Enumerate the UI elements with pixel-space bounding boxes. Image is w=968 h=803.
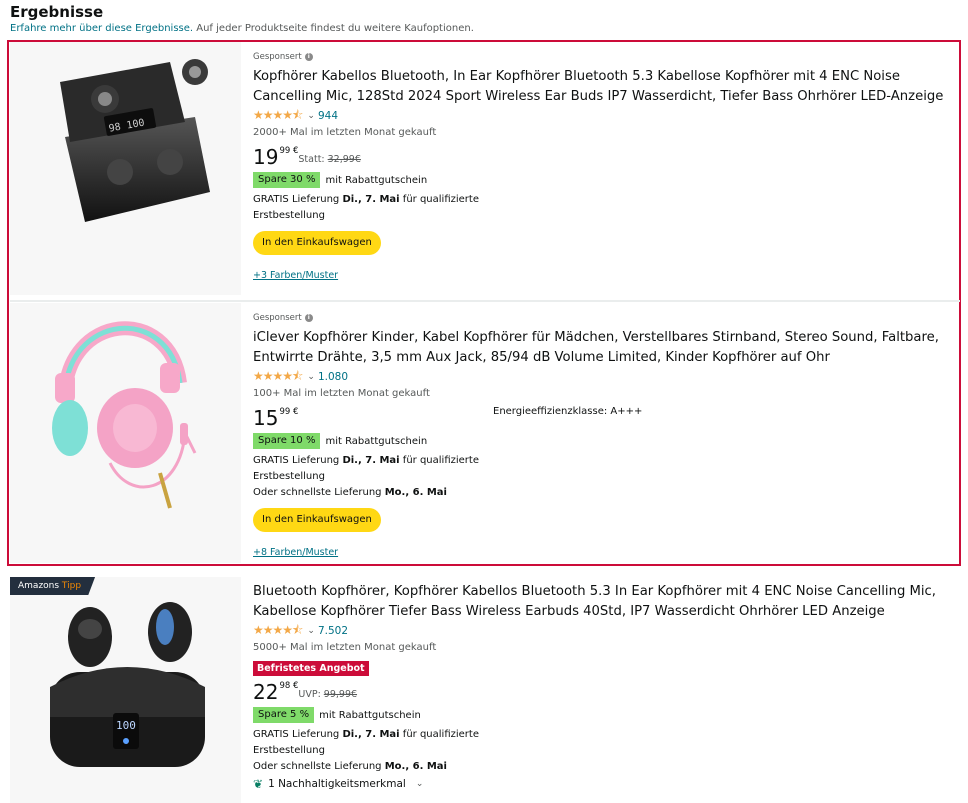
list-price: UVP: 99,99€ <box>298 689 358 700</box>
price-row[interactable]: 19 99 € Statt: 32,99€ <box>253 145 953 169</box>
sustainability-row[interactable]: ❦ 1 Nachhaltigkeitsmerkmal ⌄ <box>253 777 953 791</box>
chevron-down-icon[interactable]: ⌄ <box>307 372 315 382</box>
divider <box>10 300 960 302</box>
coupon-text: mit Rabattgutschein <box>325 435 428 447</box>
info-icon[interactable]: i <box>304 53 313 61</box>
add-to-cart-button[interactable]: In den Einkaufswagen <box>253 508 381 532</box>
rating-count[interactable]: 7.502 <box>318 625 348 637</box>
star-rating-icon[interactable]: ★★★★⯪ <box>253 106 303 127</box>
bought-count: 100+ Mal im letzten Monat gekauft <box>253 388 430 399</box>
price-row[interactable]: 22 98 € UVP: 99,99€ <box>253 680 953 704</box>
product-info: Gesponsert i Kopfhörer Kabellos Bluetoot… <box>253 50 953 281</box>
list-price: Statt: 32,99€ <box>298 154 361 165</box>
results-subtitle-text: Auf jeder Produktseite findest du weiter… <box>193 23 474 34</box>
amazons-tipp-badge: Amazons Tipp <box>10 577 96 595</box>
earbuds-case-image: 98 100 <box>60 59 210 222</box>
coupon-badge: Spare 10 % <box>253 433 321 449</box>
bought-count: 5000+ Mal im letzten Monat gekauft <box>253 642 437 653</box>
coupon-row: Spare 5 % mit Rabattgutschein <box>253 706 953 724</box>
energy-label[interactable]: Energieeffizienzklasse: A+++ <box>493 406 642 417</box>
price-fraction: 99 € <box>279 146 299 156</box>
product-image[interactable]: 100 Amazons Tipp <box>10 577 241 803</box>
product-image[interactable] <box>10 303 241 563</box>
price-fraction: 98 € <box>279 681 299 691</box>
price-whole: 19 <box>253 145 279 169</box>
coupon-row: Spare 10 % mit Rabattgutschein <box>253 432 953 450</box>
results-subtitle: Erfahre mehr über diese Ergebnisse. Auf … <box>10 23 474 34</box>
sponsored-label[interactable]: Gesponsert i <box>253 311 953 325</box>
add-to-cart-button[interactable]: In den Einkaufswagen <box>253 231 381 255</box>
delivery-info: GRATIS Lieferung Di., 7. Mai für qualifi… <box>253 194 479 221</box>
limited-deal-badge: Befristetes Angebot <box>253 661 369 676</box>
rating-count[interactable]: 944 <box>318 110 338 122</box>
product-title[interactable]: Kopfhörer Kabellos Bluetooth, In Ear Kop… <box>253 67 953 107</box>
product-info: Bluetooth Kopfhörer, Kopfhörer Kabellos … <box>253 582 953 791</box>
product-image[interactable]: 98 100 <box>10 42 241 295</box>
earbuds-black-case-image: 100 <box>50 602 205 767</box>
sponsored-label[interactable]: Gesponsert i <box>253 50 953 64</box>
rating-row[interactable]: ★★★★⯪ ⌄ 944 <box>253 108 953 124</box>
price-whole: 22 <box>253 680 279 704</box>
product-info: Gesponsert i iClever Kopfhörer Kinder, K… <box>253 311 953 558</box>
price-fraction: 99 € <box>279 407 299 417</box>
price-row[interactable]: 15 99 € Energieeffizienzklasse: A+++ <box>253 406 953 430</box>
product-title[interactable]: iClever Kopfhörer Kinder, Kabel Kopfhöre… <box>253 328 953 368</box>
product-title[interactable]: Bluetooth Kopfhörer, Kopfhörer Kabellos … <box>253 582 953 622</box>
product-card: 98 100 Gesponsert i Kopfhörer Kabellos B… <box>10 42 960 295</box>
results-title: Ergebnisse <box>10 3 104 21</box>
rating-row[interactable]: ★★★★⯪ ⌄ 1.080 <box>253 369 953 385</box>
coupon-text: mit Rabattgutschein <box>319 709 421 721</box>
leaf-icon: ❦ <box>253 777 264 791</box>
rating-count[interactable]: 1.080 <box>318 371 348 383</box>
coupon-row: Spare 30 % mit Rabattgutschein <box>253 171 953 189</box>
delivery-info: GRATIS Lieferung Di., 7. Mai für qualifi… <box>253 455 479 498</box>
sustainability-label[interactable]: 1 Nachhaltigkeitsmerkmal <box>268 778 406 790</box>
svg-text:100: 100 <box>116 719 136 732</box>
coupon-badge: Spare 5 % <box>253 707 315 723</box>
chevron-down-icon[interactable]: ⌄ <box>307 111 315 121</box>
price-whole: 15 <box>253 406 279 430</box>
star-rating-icon[interactable]: ★★★★⯪ <box>253 367 303 388</box>
variants-link[interactable]: +8 Farben/Muster <box>253 547 953 558</box>
results-header: Ergebnisse Erfahre mehr über diese Ergeb… <box>10 2 474 34</box>
variants-link[interactable]: +3 Farben/Muster <box>253 270 953 281</box>
info-icon[interactable]: i <box>304 314 313 322</box>
product-card: 100 Amazons Tipp Bluetooth Kopfhörer, Ko… <box>10 577 960 803</box>
coupon-text: mit Rabattgutschein <box>325 174 428 186</box>
chevron-down-icon[interactable]: ⌄ <box>307 626 315 636</box>
learn-more-link[interactable]: Erfahre mehr über diese Ergebnisse. <box>10 23 193 34</box>
product-card: Gesponsert i iClever Kopfhörer Kinder, K… <box>10 303 960 563</box>
star-rating-icon[interactable]: ★★★★⯪ <box>253 621 303 642</box>
rating-row[interactable]: ★★★★⯪ ⌄ 7.502 <box>253 623 953 639</box>
kids-headphones-image <box>52 321 197 509</box>
delivery-info: GRATIS Lieferung Di., 7. Mai für qualifi… <box>253 729 479 772</box>
chevron-down-icon[interactable]: ⌄ <box>416 779 424 789</box>
coupon-badge: Spare 30 % <box>253 172 321 188</box>
bought-count: 2000+ Mal im letzten Monat gekauft <box>253 127 437 138</box>
